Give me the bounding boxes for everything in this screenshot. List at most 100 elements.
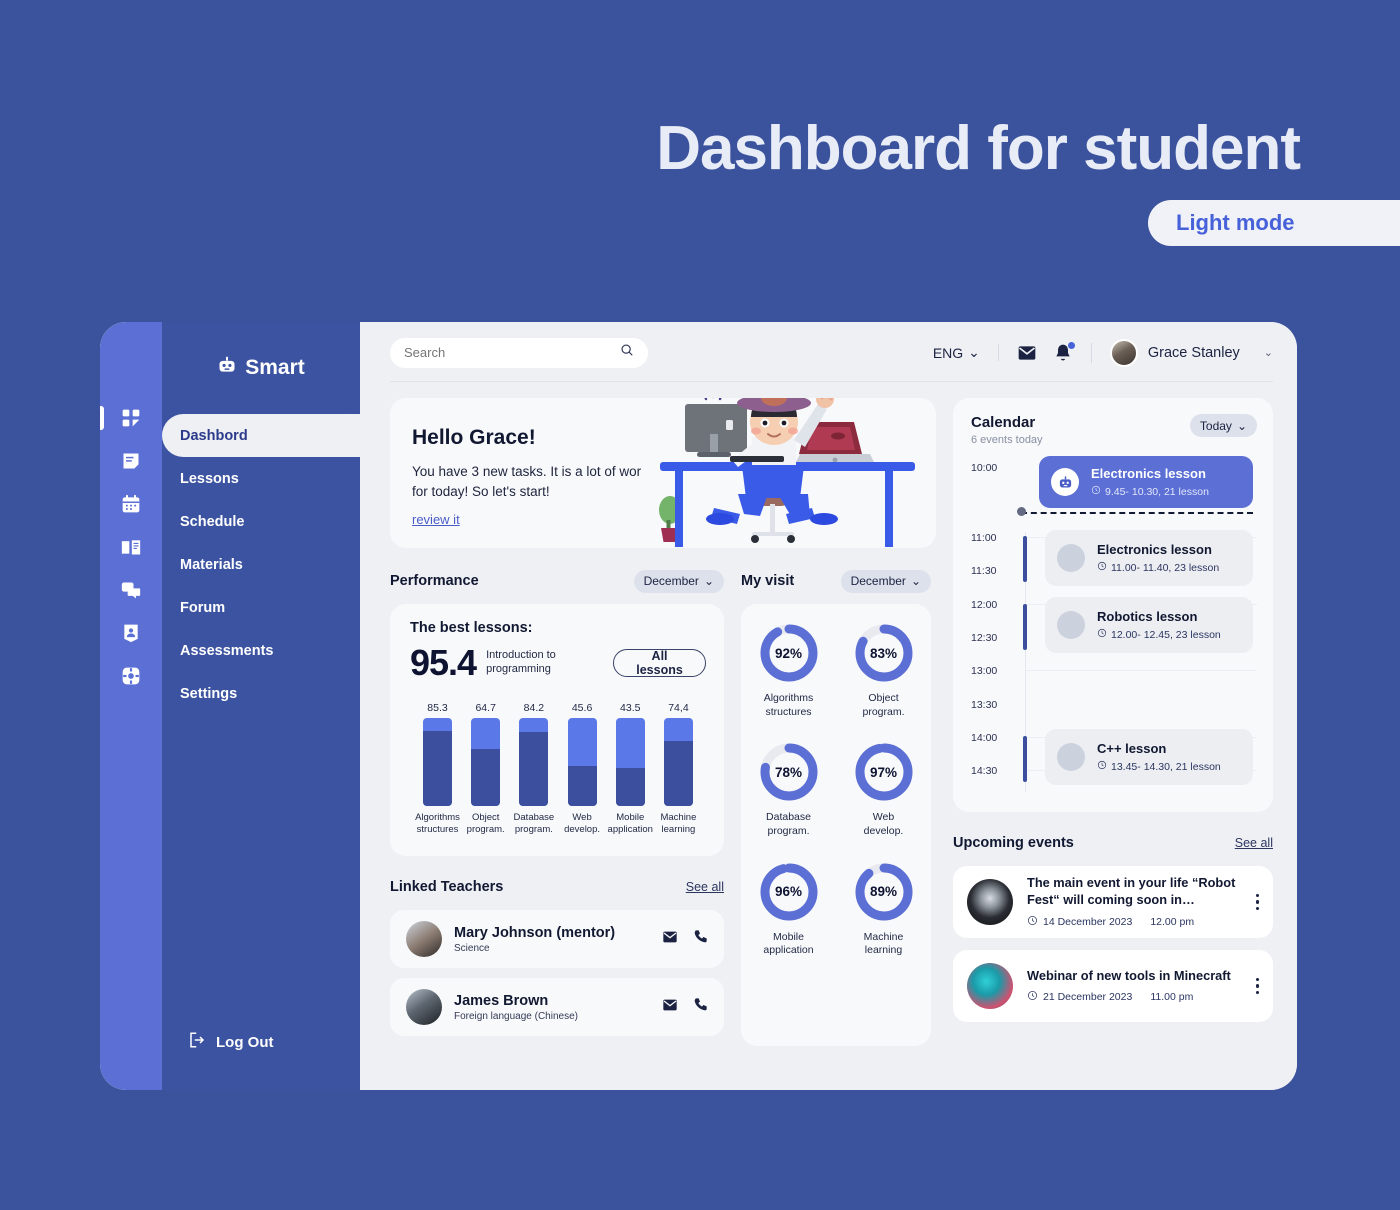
review-it-link[interactable]: review it [412, 512, 460, 527]
upcoming-see-all-link[interactable]: See all [1235, 836, 1273, 850]
sidebar-item-materials[interactable]: Materials [162, 543, 360, 586]
bar[interactable] [567, 718, 597, 806]
bar[interactable] [471, 718, 501, 806]
upcoming-event-item[interactable]: Webinar of new tools in Minecraft 21 Dec… [953, 950, 1273, 1022]
bar[interactable] [615, 718, 645, 806]
student-illustration [642, 398, 932, 548]
score-row: 95.4 Introduction to programming All les… [410, 642, 706, 684]
phone-icon[interactable] [692, 997, 708, 1018]
mail-icon[interactable] [662, 929, 678, 950]
event-title: The main event in your life “Robot Fest“… [1027, 875, 1236, 907]
sidebar-item-forum[interactable]: Forum [162, 586, 360, 629]
search-box[interactable] [390, 337, 648, 368]
donut-cell: 89% Machine learning [853, 861, 915, 958]
calendar-event[interactable]: Electronics lesson 11.00- 11.40, 23 lesso… [1045, 530, 1253, 586]
bar-column: 84.2 Database program. [510, 702, 557, 836]
sidebar-item-label: Lessons [180, 470, 239, 487]
sidebar-item-schedule[interactable]: Schedule [162, 500, 360, 543]
greeting-card: Hello Grace! You have 3 new tasks. It is… [390, 398, 936, 548]
mail-icon[interactable] [1017, 343, 1037, 363]
calendar-gridline [1025, 670, 1257, 671]
chevron-down-icon: ⌄ [910, 574, 921, 588]
sidebar-item-settings[interactable]: Settings [162, 672, 360, 715]
phone-icon[interactable] [692, 929, 708, 950]
chevron-down-icon[interactable]: ⌄ [1264, 346, 1273, 359]
calendar-event[interactable]: Robotics lesson 12.00- 12.45, 23 lesson [1045, 597, 1253, 653]
search-input[interactable] [404, 345, 612, 360]
grid-icon[interactable] [119, 406, 143, 430]
bar[interactable] [519, 718, 549, 806]
sidebar: Smart Dashbord Lessons Schedule Material… [162, 322, 360, 1090]
event-avatar [1057, 743, 1085, 771]
teacher-name: Mary Johnson (mentor) [454, 924, 616, 941]
donut-chart[interactable]: 96% [758, 861, 820, 923]
event-time: 13.45- 14.30, 21 lesson [1097, 760, 1221, 773]
donut-chart[interactable]: 83% [853, 622, 915, 684]
upcoming-event-item[interactable]: The main event in your life “Robot Fest“… [953, 866, 1273, 938]
mail-icon[interactable] [662, 997, 678, 1018]
event-thumbnail [967, 879, 1013, 925]
language-selector[interactable]: ENG ⌄ [933, 344, 999, 361]
sidebar-item-lessons[interactable]: Lessons [162, 457, 360, 500]
book-icon[interactable] [119, 535, 143, 559]
avatar [406, 989, 442, 1025]
clock-icon [1097, 628, 1107, 641]
bar[interactable] [423, 718, 452, 806]
event-meta: 21 December 2023 11.00 pm [1027, 990, 1246, 1004]
donut-chart[interactable]: 89% [853, 861, 915, 923]
bar-value: 85.3 [427, 702, 448, 714]
search-icon[interactable] [620, 343, 634, 362]
visit-period-selector[interactable]: December ⌄ [840, 569, 931, 593]
topbar-icons [999, 341, 1092, 363]
donut-label: Machine learning [863, 930, 904, 957]
logout-button[interactable]: Log Out [162, 1022, 360, 1062]
calendar-time-label: 10:00 [971, 462, 998, 474]
teacher-row[interactable]: James Brown Foreign language (Chinese) [390, 978, 724, 1036]
clock-icon [1091, 485, 1101, 498]
event-options-button[interactable] [1246, 893, 1259, 911]
best-lessons-label: The best lessons: [410, 620, 533, 636]
bar-column: 64.7 Object program. [462, 702, 509, 836]
donut-chart[interactable]: 78% [758, 741, 820, 803]
user-menu[interactable]: Grace Stanley ⌄ [1092, 338, 1273, 367]
bar-value: 74,4 [668, 702, 689, 714]
event-options-button[interactable] [1246, 977, 1259, 995]
calendar-event[interactable]: C++ lesson 13.45- 14.30, 21 lesson [1045, 729, 1253, 785]
badge-icon[interactable] [119, 621, 143, 645]
avatar [406, 921, 442, 957]
event-time: 9.45- 10.30, 21 lesson [1091, 485, 1209, 498]
calendar-card: Calendar 6 events today Today ⌄ 10:00 11:… [953, 398, 1273, 812]
event-title: Electronics lesson [1097, 542, 1212, 557]
donut-chart[interactable]: 97% [853, 741, 915, 803]
teacher-row[interactable]: Mary Johnson (mentor) Science [390, 910, 724, 968]
event-time: 12.00 pm [1150, 915, 1195, 928]
event-avatar [1057, 544, 1085, 572]
bell-icon[interactable] [1053, 341, 1075, 363]
donut-cell: 83% Object program. [853, 622, 915, 719]
calendar-timeline: 10:00 11:00 11:30 12:00 12:30 13:00 13:30 14:00… [971, 454, 1257, 800]
donut-chart[interactable]: 92% [758, 622, 820, 684]
gear-icon[interactable] [119, 664, 143, 688]
visit-title: My visit [741, 573, 795, 589]
performance-period-selector[interactable]: December ⌄ [633, 569, 724, 593]
document-icon[interactable] [119, 449, 143, 473]
teachers-see-all-link[interactable]: See all [686, 880, 724, 894]
all-lessons-button[interactable]: All lessons [613, 649, 706, 677]
sidebar-item-assessments[interactable]: Assessments [162, 629, 360, 672]
calendar-event[interactable]: Electronics lesson 9.45- 10.30, 21 lesson [1039, 456, 1253, 508]
donut-value: 89% [869, 884, 898, 900]
calendar-icon[interactable] [119, 492, 143, 516]
event-meta: 14 December 2023 12.00 pm [1027, 915, 1246, 929]
calendar-title: Calendar [971, 414, 1036, 431]
sidebar-item-dashbord[interactable]: Dashbord [162, 392, 360, 457]
teachers-header: Linked Teachers See all [390, 874, 724, 900]
bar[interactable] [663, 718, 693, 806]
event-avatar [1057, 611, 1085, 639]
event-date: 21 December 2023 [1027, 990, 1132, 1004]
teacher-subject: Science [454, 942, 490, 954]
calendar-period-selector[interactable]: Today ⌄ [1189, 414, 1257, 437]
current-time-line [1021, 512, 1253, 514]
greeting-text: You have 3 new tasks. It is a lot of wor… [412, 464, 648, 499]
chat-icon[interactable] [119, 578, 143, 602]
teacher-subject: Foreign language (Chinese) [454, 1010, 578, 1022]
